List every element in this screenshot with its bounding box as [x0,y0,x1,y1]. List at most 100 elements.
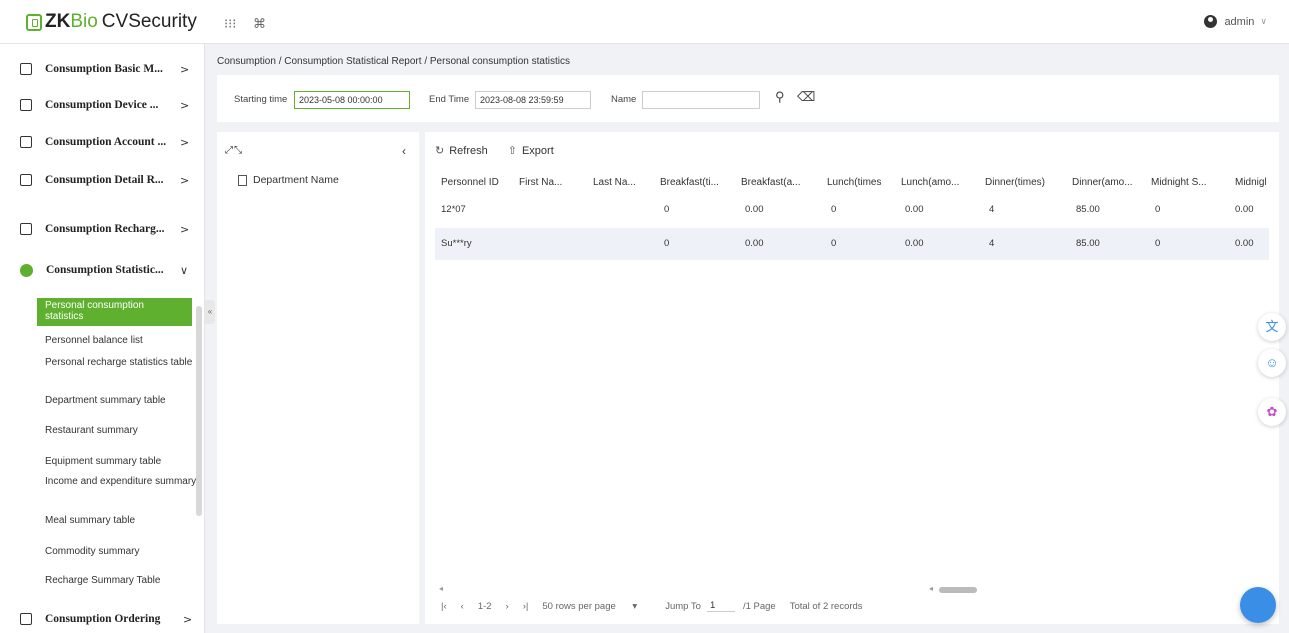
cell-dinner-amount: 85.00 [1076,238,1100,249]
user-menu[interactable]: admin ∨ [1204,15,1267,28]
cell-breakfast-amount: 0.00 [745,238,764,249]
filter-panel: Starting time 2023-05-08 00:00:00 End Ti… [217,75,1279,122]
scrollbar-thumb[interactable] [196,306,202,516]
username: admin [1224,15,1255,28]
user-icon [1204,15,1218,28]
translate-icon[interactable]: 文 [1258,313,1286,341]
table-header: Personnel ID First Na... Last Na... Brea… [435,174,1269,194]
col-midnight-snack-times[interactable]: Midnight S... [1151,177,1207,188]
cell-lunch-amount: 0.00 [905,238,924,249]
page-range: 1-2 [477,600,492,612]
col-dinner-times[interactable]: Dinner(times) [985,177,1045,188]
export-button[interactable]: ⇧ Export [508,144,554,157]
col-first-name[interactable]: First Na... [519,177,562,188]
submenu-personnel-balance-list[interactable]: Personnel balance list [45,335,200,346]
jump-to-input[interactable]: 1 [706,600,735,612]
rows-per-page-label: 50 rows per page [542,600,616,612]
horizontal-scrollbar[interactable]: ◂ ◂ [439,584,1269,595]
col-lunch-amount[interactable]: Lunch(amo... [901,177,959,188]
name-input[interactable] [642,91,760,109]
last-page-icon[interactable]: ›| [523,601,529,612]
submenu-recharge-summary[interactable]: Recharge Summary Table [45,575,200,586]
end-time-input[interactable]: 2023-08-08 23:59:59 [475,91,591,109]
col-breakfast-amount[interactable]: Breakfast(a... [741,177,800,188]
menu-label: Consumption Device ... [45,99,159,111]
total-pages: /1 Page [742,600,776,612]
submenu-personal-consumption-statistics[interactable]: Personal consumption statistics [37,298,192,326]
cell-lunch-amount: 0.00 [905,204,924,215]
cell-midnight-snack-times: 0 [1155,238,1161,249]
menu-consumption-ordering[interactable]: Consumption Ordering > [0,604,205,633]
total-records: Total of 2 records [789,600,863,612]
sidebar-scrollbar[interactable] [195,294,203,594]
breadcrumb: Consumption / Consumption Statistical Re… [217,56,570,67]
col-midnight-snack-amount[interactable]: Midnigl [1235,177,1269,188]
chevron-down-icon: ▾ [632,600,638,612]
chevron-left-icon[interactable]: ‹ [402,144,406,158]
menu-consumption-recharge[interactable]: Consumption Recharg... > [0,214,205,244]
col-breakfast-times[interactable]: Breakfast(ti... [660,177,719,188]
chevron-right-icon: > [180,135,190,149]
cell-midnight-snack-times: 0 [1155,204,1161,215]
refresh-button[interactable]: ↻ Refresh [435,144,488,157]
next-page-icon[interactable]: › [506,601,509,612]
chevron-down-icon: ∨ [180,263,189,277]
chevron-right-icon: > [180,98,190,112]
starting-time-input[interactable]: 2023-05-08 00:00:00 [294,91,410,109]
brain-icon[interactable]: ✿ [1258,398,1286,426]
rows-per-page-select[interactable]: 50 rows per page ▾ [542,601,651,612]
chevron-right-icon: > [183,612,193,626]
submenu-commodity-summary[interactable]: Commodity summary [45,546,200,557]
department-panel: ⤢⤡ ‹ Department Name [217,132,419,624]
first-page-icon[interactable]: |‹ [441,601,447,612]
cell-breakfast-amount: 0.00 [745,204,764,215]
device-icon [20,99,32,111]
cell-dinner-amount: 85.00 [1076,204,1100,215]
col-last-name[interactable]: Last Na... [593,177,636,188]
chevron-right-icon: > [180,222,190,236]
menu-consumption-account[interactable]: Consumption Account ... > [0,127,205,157]
menu-consumption-basic[interactable]: Consumption Basic M... > [0,54,205,84]
pagination: |‹ ‹ 1-2 › ›| 50 rows per page ▾ Jump To… [441,600,877,612]
scroll-right-icon[interactable]: ◂ [929,584,933,593]
app-logo[interactable]: ZK Bio CVSecurity [26,10,197,34]
command-icon[interactable]: ⌘ [253,16,266,32]
menu-consumption-detail[interactable]: Consumption Detail R... > [0,165,205,195]
submenu-income-expenditure-summary[interactable]: Income and expenditure summary [45,476,200,487]
cell-midnight-snack-amount: 0.00 [1235,204,1254,215]
collapse-sidebar-toggle[interactable]: « [205,300,215,324]
ordering-icon [20,613,32,625]
col-personnel-id[interactable]: Personnel ID [441,177,499,188]
logo-cv: CVSecurity [101,11,197,32]
scrollbar-thumb[interactable] [939,587,977,593]
table-row[interactable]: 12*07 0 0.00 0 0.00 4 85.00 0 0.00 [435,194,1269,226]
menu-label: Consumption Statistic... [46,264,164,276]
cell-dinner-times: 4 [989,204,995,215]
table-row[interactable]: Su***ry 0 0.00 0 0.00 4 85.00 0 0.00 [435,228,1269,260]
cell-breakfast-times: 0 [664,204,670,215]
search-icon[interactable]: ⚲ [775,89,785,105]
chevron-right-icon: > [180,62,190,76]
department-tree-node[interactable]: Department Name [238,174,339,186]
submenu-restaurant-summary[interactable]: Restaurant summary [45,425,200,436]
submenu-personal-recharge-statistics[interactable]: Personal recharge statistics table [45,357,200,368]
menu-consumption-statistic[interactable]: Consumption Statistic... ∨ [0,255,205,285]
prev-page-icon[interactable]: ‹ [461,601,464,612]
scroll-left-icon[interactable]: ◂ [439,584,443,593]
grid-menu-icon[interactable]: ⁝⁝⁝ [224,16,236,32]
logo-mark-icon [26,13,42,31]
clear-icon[interactable]: ⌫ [797,89,815,105]
refresh-label: Refresh [449,145,488,157]
detail-icon [20,174,32,186]
submenu-department-summary[interactable]: Department summary table [45,395,200,406]
recharge-icon [20,223,32,235]
submenu-equipment-summary[interactable]: Equipment summary table [45,456,200,467]
floating-action-button[interactable] [1240,587,1276,623]
assistant-icon[interactable]: ☺ [1258,349,1286,377]
col-dinner-amount[interactable]: Dinner(amo... [1072,177,1133,188]
toolbar: ↻ Refresh ⇧ Export [435,144,554,157]
submenu-meal-summary[interactable]: Meal summary table [45,515,200,526]
col-lunch-times[interactable]: Lunch(times [827,177,881,188]
expand-collapse-icon[interactable]: ⤢⤡ [225,145,243,156]
menu-consumption-device[interactable]: Consumption Device ... > [0,90,205,120]
